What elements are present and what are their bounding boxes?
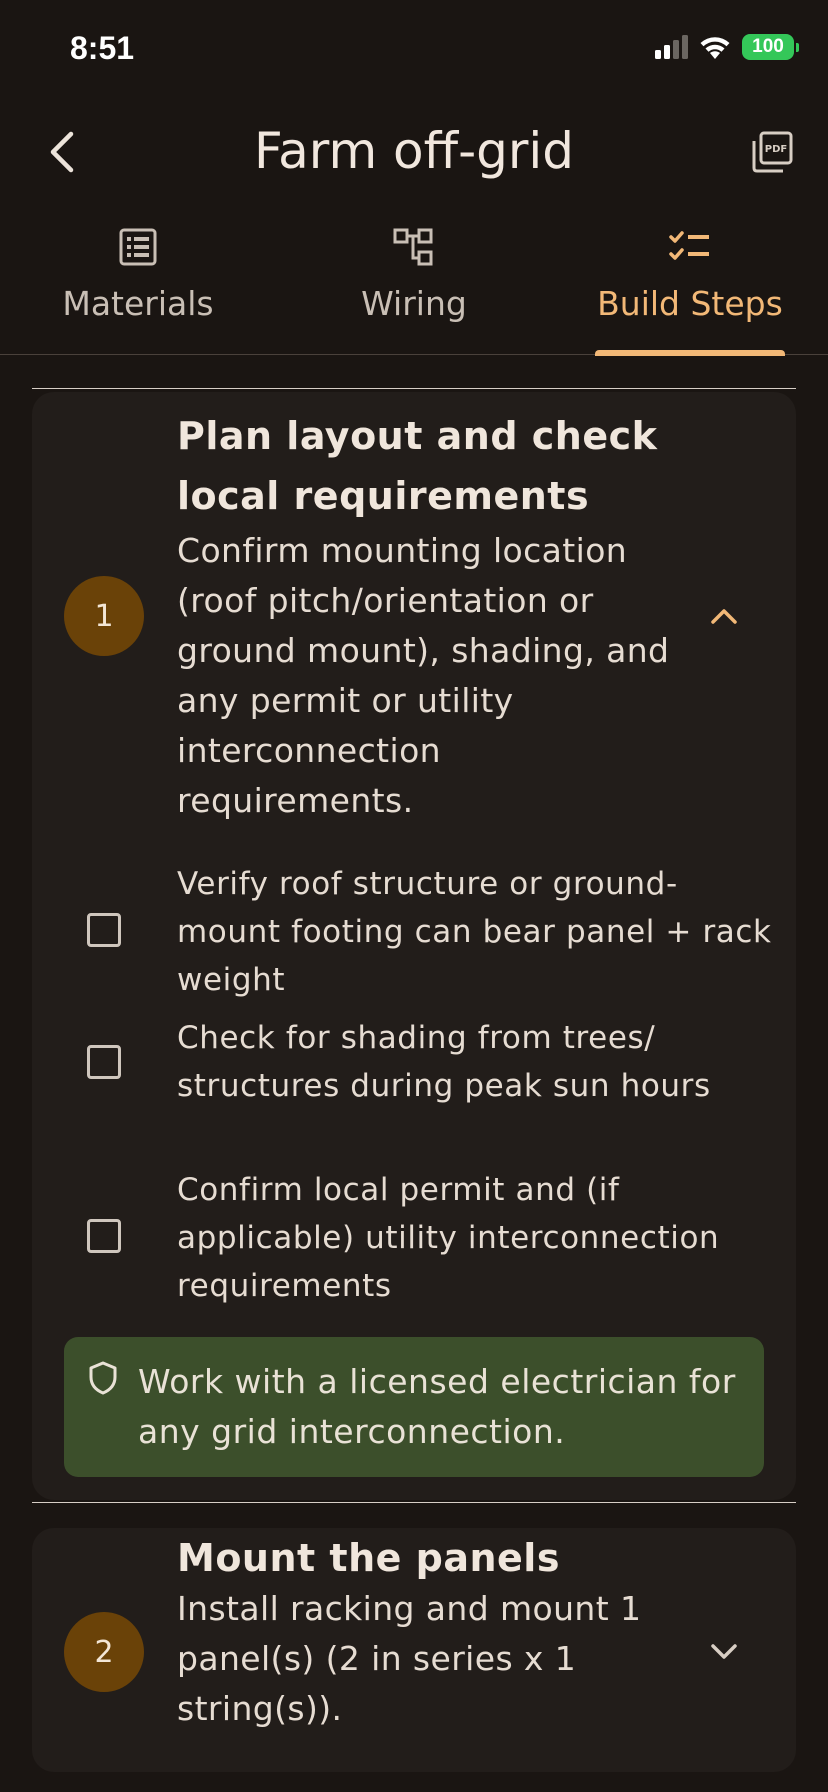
- battery-level: 100: [752, 36, 784, 57]
- step-card-2: 2 Mount the panels Install racking and m…: [32, 1528, 796, 1772]
- step-description: Confirm mounting location (roof pitch/or…: [177, 531, 670, 820]
- status-icons: 100: [655, 34, 799, 60]
- safety-note-text: Work with a licensed electrician for any…: [138, 1362, 736, 1451]
- checkbox[interactable]: [87, 913, 121, 947]
- checklist-item-label: Check for shading from trees/ structures…: [177, 1020, 711, 1104]
- chevron-down-icon: [711, 1644, 737, 1659]
- export-pdf-button[interactable]: PDF: [746, 126, 798, 178]
- expand-step-button[interactable]: [704, 1632, 744, 1672]
- svg-text:PDF: PDF: [765, 144, 787, 155]
- tab-materials-label: Materials: [62, 284, 214, 323]
- tab-wiring-label: Wiring: [361, 284, 467, 323]
- checklist-item: Verify roof structure or ground-mount fo…: [32, 860, 796, 1004]
- shield-icon: [89, 1361, 117, 1395]
- step-number-badge: 2: [64, 1612, 144, 1692]
- step-title-line-1: Plan layout and check: [177, 414, 658, 458]
- list-icon: [119, 228, 157, 266]
- tab-bar: Materials Wiring Build Steps: [0, 222, 828, 356]
- step-description: Install racking and mount 1 panel(s) (2 …: [177, 1589, 642, 1728]
- wiring-diagram-icon: [393, 228, 433, 266]
- tab-wiring[interactable]: Wiring: [334, 222, 494, 355]
- checklist-item: Check for shading from trees/ structures…: [32, 1014, 796, 1110]
- collapse-step-button[interactable]: [704, 596, 744, 636]
- wifi-icon: [700, 37, 730, 59]
- battery-indicator: 100: [742, 34, 799, 60]
- checklist-item-label: Verify roof structure or ground-mount fo…: [177, 866, 772, 998]
- checkbox[interactable]: [87, 1045, 121, 1079]
- status-time: 8:51: [70, 30, 135, 66]
- checklist-item: Confirm local permit and (if applicable)…: [32, 1166, 796, 1310]
- safety-note: Work with a licensed electrician for any…: [64, 1337, 764, 1477]
- step-title-line-2: local requirements: [177, 474, 590, 518]
- page-title: Farm off-grid: [253, 122, 575, 180]
- active-tab-indicator: [595, 350, 785, 356]
- checkbox[interactable]: [87, 1219, 121, 1253]
- tab-materials[interactable]: Materials: [48, 222, 228, 355]
- section-divider: [32, 388, 796, 389]
- chevron-up-icon: [711, 609, 737, 624]
- step-title: Mount the panels: [177, 1536, 560, 1580]
- checklist-item-label: Confirm local permit and (if applicable)…: [177, 1172, 720, 1304]
- tab-build-steps-label: Build Steps: [597, 284, 783, 323]
- tab-build-steps[interactable]: Build Steps: [585, 222, 795, 355]
- section-divider: [32, 1502, 796, 1503]
- checklist-icon: [669, 231, 709, 260]
- status-bar: 8:51 100: [0, 0, 828, 100]
- cellular-signal-icon: [655, 35, 688, 59]
- pdf-export-icon: PDF: [752, 131, 793, 173]
- step-card-1: 1 Plan layout and check local requiremen…: [32, 392, 796, 1500]
- app-header: Farm off-grid PDF: [0, 110, 828, 200]
- step-number-badge: 1: [64, 576, 144, 656]
